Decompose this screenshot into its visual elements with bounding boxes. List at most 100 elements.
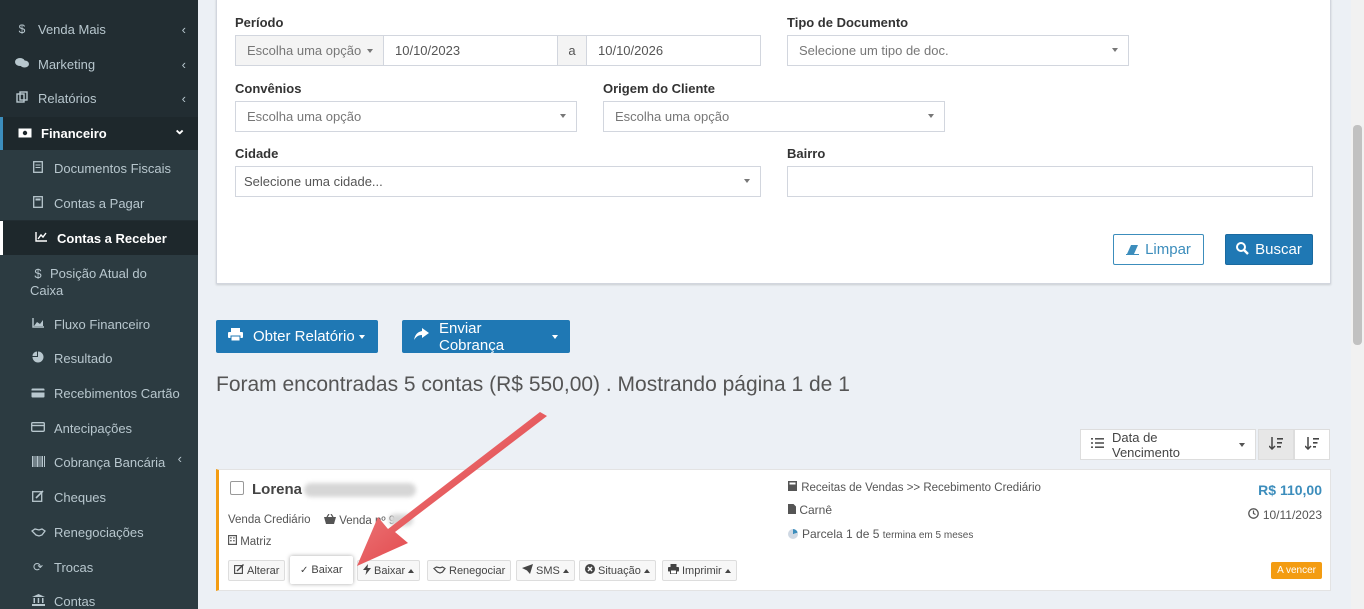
convenios-label: Convênios — [235, 81, 302, 96]
origem-cliente-label: Origem do Cliente — [603, 81, 715, 96]
scrollbar-thumb[interactable] — [1353, 125, 1362, 345]
categoria: Receitas de Vendas >> Recebimento Crediá… — [788, 481, 1041, 494]
sort-desc-icon — [1304, 436, 1319, 453]
sidebar-item-financeiro[interactable]: Financeiro ⌄ — [0, 117, 198, 150]
renegociar-button[interactable]: Renegociar — [427, 560, 512, 581]
sidebar-item-marketing[interactable]: Marketing ‹ — [0, 52, 198, 76]
sidebar-item-relatorios[interactable]: Relatórios ‹ — [0, 86, 198, 110]
times-circle-icon — [585, 564, 595, 577]
imprimir-button[interactable]: Imprimir — [662, 560, 737, 581]
sidebar-item-renegociacoes[interactable]: Renegociações — [0, 515, 198, 550]
periodo-select[interactable]: Escolha uma opção — [235, 35, 384, 66]
sms-label: SMS — [536, 564, 560, 577]
line-chart-icon — [33, 231, 49, 245]
obter-relatorio-button[interactable]: Obter Relatório — [216, 320, 378, 353]
valor: R$ 110,00 — [1258, 482, 1322, 498]
sidebar-item-label: Trocas — [54, 559, 94, 575]
copy-icon — [14, 90, 30, 106]
convenios-value: Escolha uma opção — [247, 109, 362, 124]
situacao-button[interactable]: Situação — [579, 560, 656, 581]
pie-chart-icon — [30, 351, 46, 366]
sort-select-value: Data de Vencimento — [1112, 429, 1180, 460]
sidebar-item-venda-mais[interactable]: $ Venda Mais ‹ — [0, 17, 198, 41]
handshake-icon — [30, 526, 46, 540]
cidade-value: Selecione uma cidade... — [244, 174, 383, 189]
periodo-select-value: Escolha uma opção — [247, 43, 362, 58]
parcela-extra: termina em 5 meses — [882, 530, 974, 541]
status-badge: A vencer — [1271, 562, 1322, 579]
sidebar-item-contas-a-receber[interactable]: Contas a Receber — [0, 221, 198, 255]
baixar-menu-button[interactable]: Baixar — [357, 560, 421, 581]
baixar-button[interactable]: ✓ Baixar — [290, 556, 353, 584]
sidebar-item-label: Marketing — [38, 56, 96, 72]
date-separator: a — [557, 35, 587, 66]
tipo-documento-select[interactable]: Selecione um tipo de doc. — [787, 35, 1129, 66]
filter-panel: Período Escolha uma opção 10/10/2023 a 1… — [216, 0, 1331, 284]
edit-icon — [234, 564, 244, 577]
sidebar-item-antecipacoes[interactable]: Antecipações — [0, 411, 198, 445]
comments-icon — [14, 57, 30, 72]
parcela-label: Parcela 1 de 5 — [802, 527, 880, 541]
sidebar-item-fluxo-financeiro[interactable]: Fluxo Financeiro — [0, 307, 198, 341]
venda-numero[interactable]: Venda nº 9 — [324, 513, 396, 527]
sidebar-item-label: Recebimentos Cartão — [54, 386, 180, 401]
sidebar-item-recebimentos-cartao[interactable]: Recebimentos Cartão — [0, 376, 198, 411]
caret-down-icon — [552, 334, 558, 339]
sidebar-item-label: Venda Mais — [38, 21, 106, 37]
alterar-button[interactable]: Alterar — [228, 560, 286, 581]
sidebar-item-label: Contas a Receber — [57, 230, 167, 246]
bairro-input[interactable] — [787, 166, 1313, 197]
venda-numero-label: Venda nº 9 — [339, 515, 396, 527]
caret-up-icon — [562, 568, 569, 573]
sort-ascending-button[interactable] — [1258, 429, 1294, 460]
categoria-label: Receitas de Vendas >> Recebimento Crediá… — [801, 482, 1041, 494]
date-to-input[interactable]: 10/10/2026 — [586, 35, 761, 66]
sidebar-item-contas[interactable]: Contas — [0, 584, 198, 609]
building-icon — [228, 535, 240, 548]
sidebar-item-posicao-atual-caixa[interactable]: $ Posição Atual do Caixa — [0, 255, 198, 307]
sidebar-item-trocas[interactable]: ⟳ Trocas — [0, 550, 198, 584]
cidade-select[interactable]: Selecione uma cidade... — [235, 166, 761, 197]
origem-cliente-select[interactable]: Escolha uma opção — [603, 101, 945, 132]
enviar-cobranca-button[interactable]: Enviar Cobrança — [402, 320, 570, 354]
caret-down-icon — [1239, 442, 1245, 447]
tipo-documento-value: Selecione um tipo de doc. — [799, 43, 949, 58]
date-separator-text: a — [568, 43, 576, 58]
redacted-venda — [389, 514, 413, 526]
sidebar-item-label: Antecipações — [54, 420, 133, 436]
sort-descending-button[interactable] — [1294, 429, 1330, 460]
sidebar-item-resultado[interactable]: Resultado — [0, 341, 198, 376]
loja-label: Matriz — [240, 536, 272, 548]
limpar-label: Limpar — [1145, 241, 1191, 258]
buscar-button[interactable]: Buscar — [1225, 234, 1313, 265]
date-from-input[interactable]: 10/10/2023 — [383, 35, 559, 66]
sidebar-item-label: Documentos Fiscais — [54, 160, 172, 176]
dollar-icon: $ — [18, 22, 26, 36]
bolt-icon — [363, 563, 371, 578]
sort-select[interactable]: Data de Vencimento — [1080, 429, 1256, 460]
sidebar-item-cobranca-bancaria[interactable]: Cobrança Bancária ‹ — [0, 445, 198, 480]
redacted-surname — [304, 483, 416, 497]
sidebar-item-documentos-fiscais[interactable]: Documentos Fiscais — [0, 150, 198, 186]
sidebar-item-contas-a-pagar[interactable]: Contas a Pagar — [0, 186, 198, 220]
page-scrollbar[interactable] — [1351, 0, 1364, 609]
sidebar-item-label: Fluxo Financeiro — [54, 316, 151, 332]
loja: Matriz — [228, 535, 272, 548]
bank-icon — [30, 594, 46, 609]
chevron-left-icon: ‹ — [181, 90, 186, 106]
limpar-button[interactable]: Limpar — [1113, 234, 1204, 265]
date-to-value: 10/10/2026 — [598, 43, 664, 58]
select-checkbox[interactable] — [230, 481, 244, 495]
origem-cliente-value: Escolha uma opção — [615, 109, 730, 124]
list-ordered-icon — [1091, 437, 1104, 452]
baixar-label: Baixar — [311, 564, 343, 576]
money-icon — [17, 127, 33, 141]
sidebar-item-cheques[interactable]: Cheques — [0, 480, 198, 515]
sms-button[interactable]: SMS — [516, 560, 575, 581]
caret-up-icon — [643, 568, 650, 573]
caret-down-icon — [1112, 48, 1118, 52]
convenios-select[interactable]: Escolha uma opção — [235, 101, 577, 132]
sidebar-item-label: Cobrança Bancária — [54, 455, 166, 470]
situacao-label: Situação — [598, 564, 641, 577]
share-icon — [414, 328, 429, 345]
